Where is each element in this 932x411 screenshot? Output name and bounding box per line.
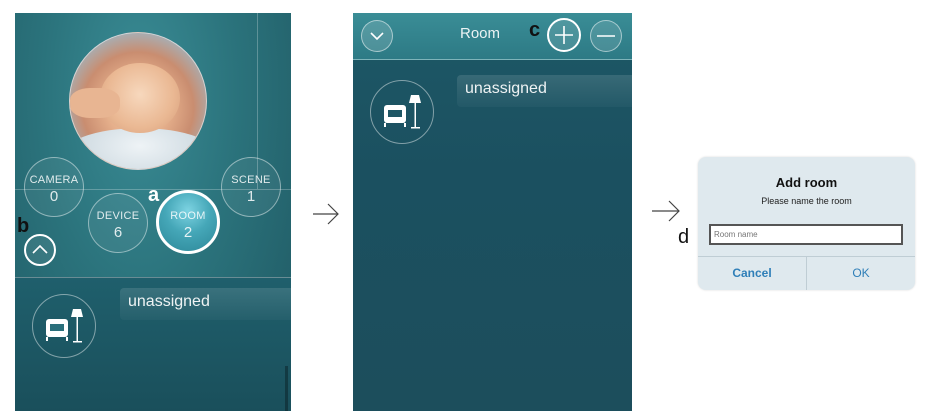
- scene-count: 1: [246, 188, 256, 205]
- scene-button[interactable]: SCENE 1: [221, 157, 281, 217]
- room-header: Room: [353, 13, 632, 60]
- callout-a: a: [148, 184, 160, 206]
- expand-up-button[interactable]: [24, 234, 56, 266]
- minus-icon: [597, 35, 615, 37]
- room-label: ROOM: [170, 210, 206, 222]
- blanket-shape: [70, 128, 206, 169]
- home-screen: CAMERA 0 DEVICE 6 ROOM 2 SCENE 1 unassig…: [15, 13, 291, 411]
- callout-c: c: [529, 19, 541, 41]
- dialog-subtitle: Please name the room: [761, 196, 852, 206]
- add-room-dialog: Add room Please name the room Cancel OK: [698, 157, 915, 290]
- arrow-right-icon: [652, 200, 680, 222]
- scene-label: SCENE: [231, 174, 271, 186]
- scrollbar[interactable]: [285, 366, 288, 411]
- camera-label: CAMERA: [29, 174, 79, 186]
- dialog-title: Add room: [775, 175, 838, 190]
- camera-count: 0: [49, 188, 59, 205]
- room-list-item-icon[interactable]: [32, 294, 96, 358]
- device-button[interactable]: DEVICE 6: [88, 193, 148, 253]
- armchair-lamp-icon: [384, 95, 421, 129]
- chevron-up-icon: [32, 244, 48, 254]
- chevron-down-icon: [370, 32, 384, 41]
- callout-b: b: [17, 215, 30, 237]
- room-list-item-label[interactable]: unassigned: [120, 288, 291, 320]
- room-list-item-label[interactable]: unassigned: [457, 75, 632, 107]
- remove-room-button[interactable]: [590, 20, 622, 52]
- room-list-item-icon[interactable]: [370, 80, 434, 144]
- room-header-title: Room: [460, 25, 501, 42]
- ok-button[interactable]: OK: [807, 256, 915, 290]
- plus-icon: [555, 26, 573, 44]
- room-name-input[interactable]: [709, 224, 903, 245]
- camera-button[interactable]: CAMERA 0: [24, 157, 84, 217]
- arrow-right-icon: [313, 203, 339, 225]
- room-button[interactable]: ROOM 2: [156, 190, 220, 254]
- room-list: unassigned: [15, 277, 291, 411]
- armchair-lamp-icon: [46, 309, 83, 343]
- room-count: 2: [183, 224, 193, 241]
- camera-snapshot-image[interactable]: [69, 32, 207, 170]
- device-label: DEVICE: [96, 210, 140, 222]
- callout-d: d: [678, 226, 690, 248]
- add-room-button[interactable]: [547, 18, 581, 52]
- baby-arm-shape: [70, 88, 120, 118]
- device-count: 6: [113, 224, 123, 241]
- cancel-button[interactable]: Cancel: [698, 256, 807, 290]
- room-screen: Room unassigned: [353, 13, 632, 411]
- collapse-down-button[interactable]: [361, 20, 393, 52]
